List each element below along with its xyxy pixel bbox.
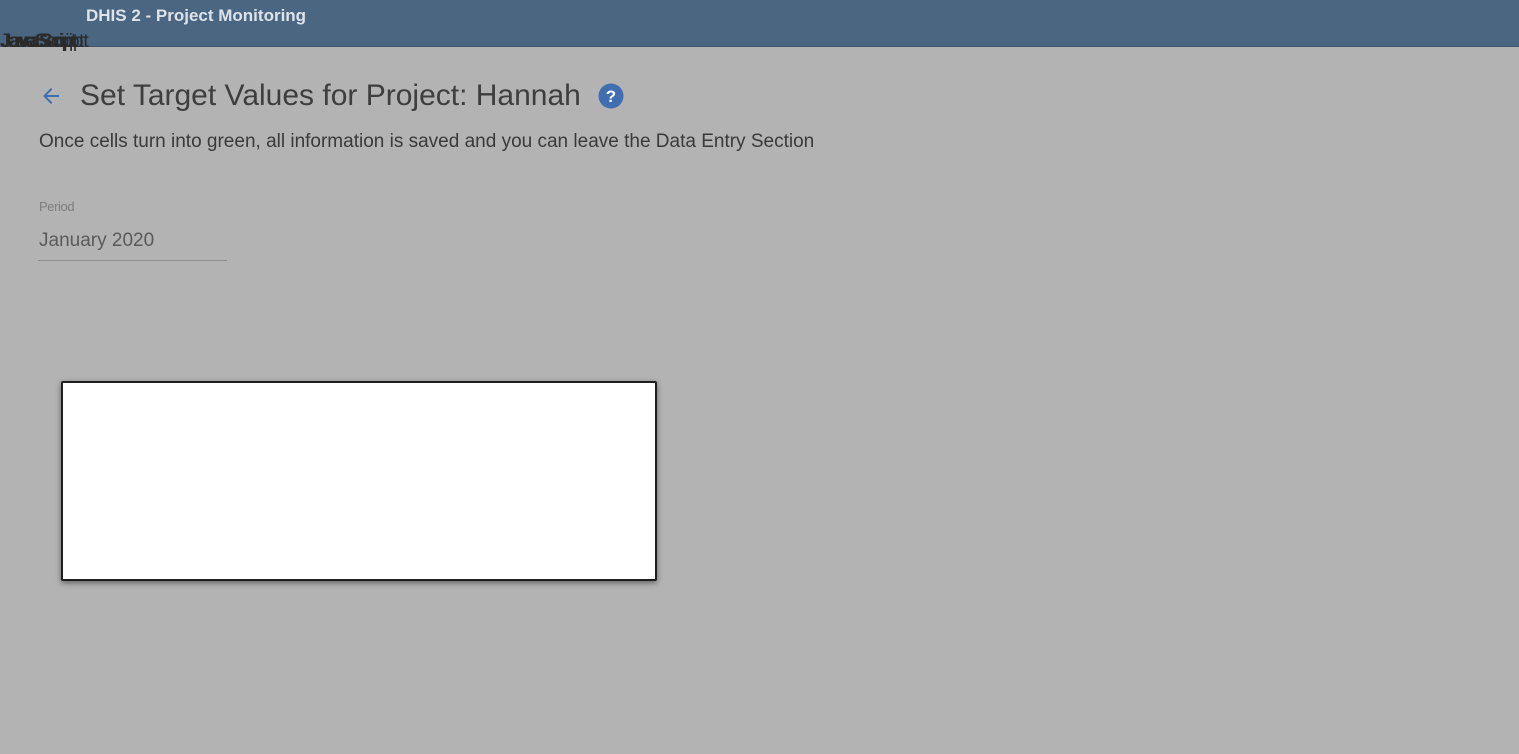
period-value[interactable]: January 2020 — [39, 230, 154, 252]
page-title: Set Target Values for Project: Hannah — [80, 79, 581, 112]
help-button[interactable]: ? — [598, 83, 624, 109]
data-entry-instructions: Once cells turn into green, all informat… — [39, 131, 815, 152]
loading-dialog — [61, 381, 657, 581]
noscript-text: JavaScript — [2, 31, 76, 52]
noscript-fallback-text: JavaScript JavaScript JavaScript JavaScr… — [0, 32, 140, 52]
svg-text:?: ? — [606, 87, 616, 106]
period-label: Period — [39, 199, 75, 214]
page-header: Set Target Values for Project: Hannah ? — [38, 78, 624, 114]
arrow-left-icon — [43, 88, 59, 104]
back-button[interactable] — [38, 83, 64, 109]
help-circle-icon: ? — [598, 83, 624, 109]
period-select[interactable]: Period January 2020 — [38, 198, 227, 261]
app-title: DHIS 2 - Project Monitoring — [86, 6, 307, 25]
app-header-bar: DHIS 2 - Project Monitoring — [0, 0, 1519, 47]
